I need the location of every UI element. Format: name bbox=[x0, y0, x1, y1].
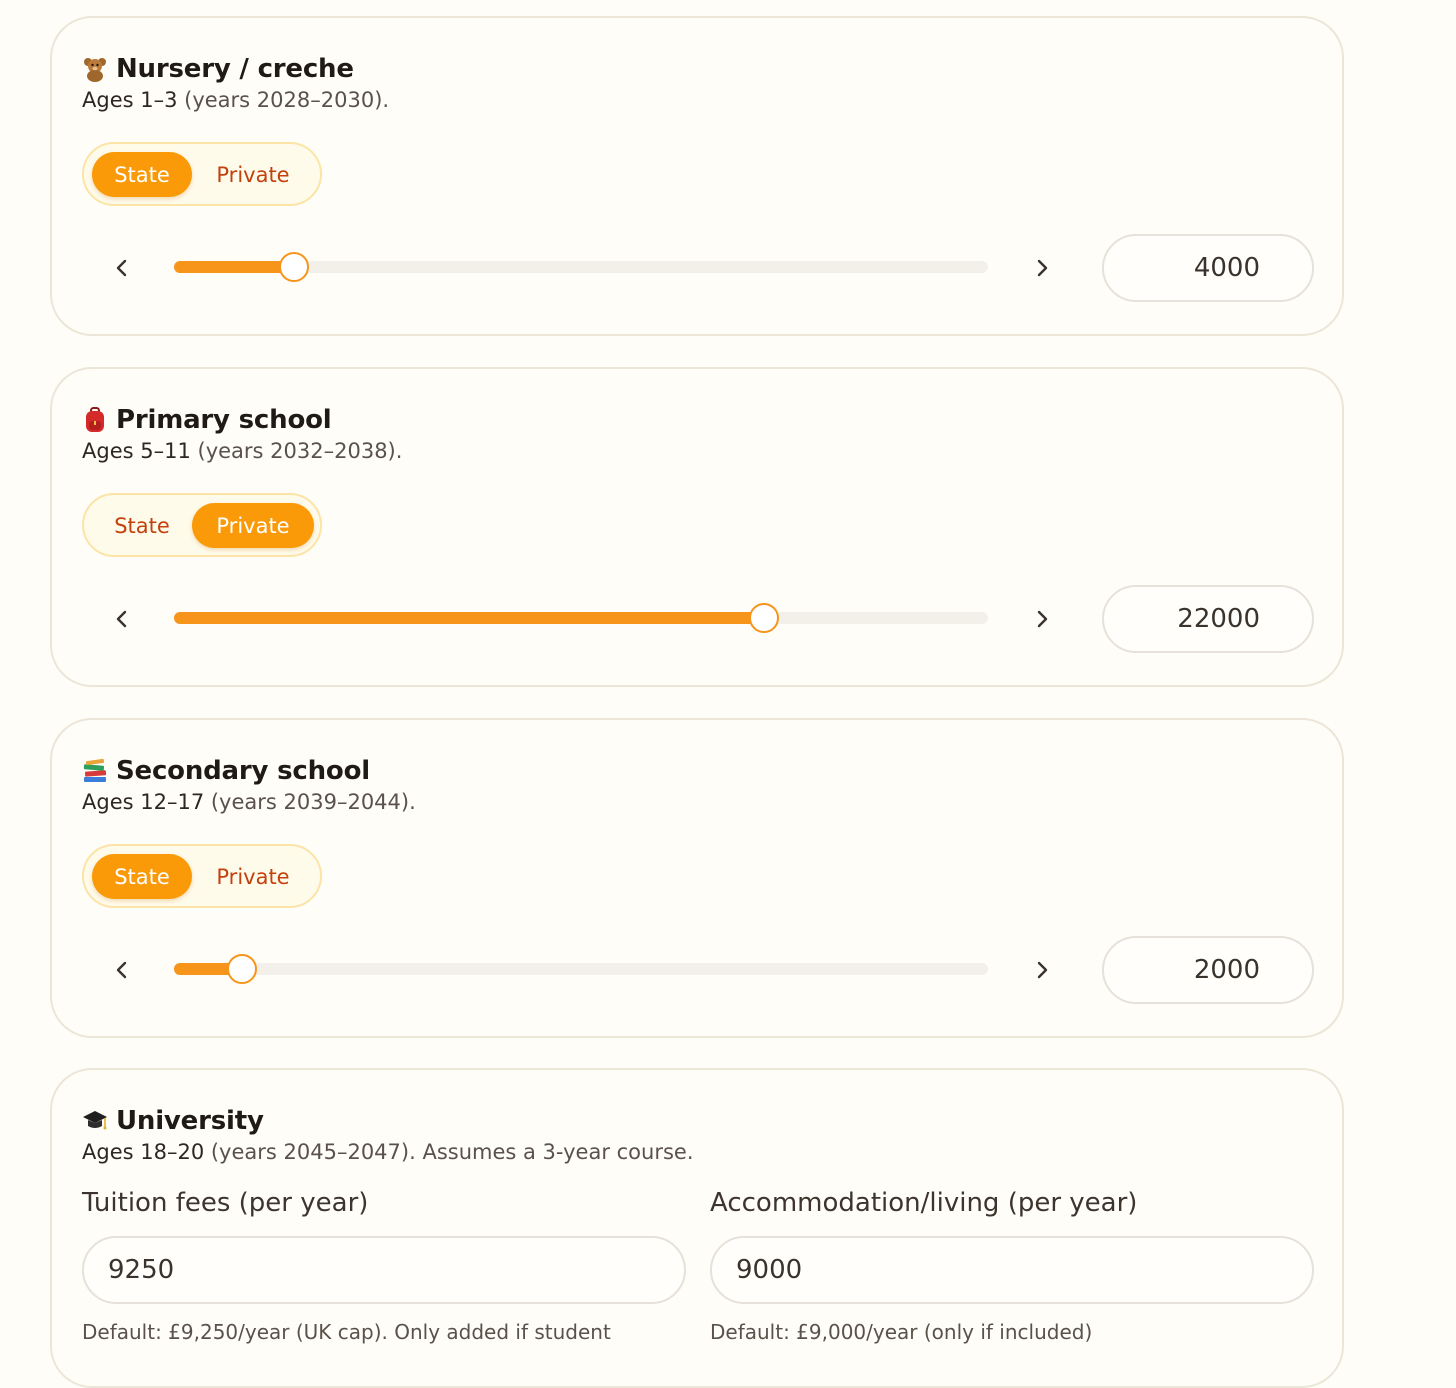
section-subtitle: Ages 12–17 (years 2039–2044). bbox=[82, 790, 416, 814]
section-title: Secondary school bbox=[116, 756, 370, 786]
state-option[interactable]: State bbox=[92, 854, 192, 899]
nursery-card: Nursery / creche Ages 1–3 (years 2028–20… bbox=[50, 16, 1344, 336]
slider-fill bbox=[174, 261, 294, 273]
private-option[interactable]: Private bbox=[192, 854, 314, 899]
section-title: University bbox=[116, 1106, 264, 1136]
section-title: Primary school bbox=[116, 405, 332, 435]
school-type-toggle: State Private bbox=[82, 142, 322, 206]
cost-input[interactable]: 22000 bbox=[1102, 585, 1314, 653]
slider-thumb[interactable] bbox=[278, 252, 309, 282]
decrease-button[interactable] bbox=[112, 258, 132, 278]
graduation-cap-icon bbox=[82, 1108, 108, 1134]
section-title: Nursery / creche bbox=[116, 54, 354, 84]
school-type-toggle: State Private bbox=[82, 493, 322, 557]
books-icon bbox=[82, 758, 108, 784]
accommodation-input[interactable]: 9000 bbox=[710, 1236, 1314, 1304]
increase-button[interactable] bbox=[1032, 609, 1052, 629]
increase-button[interactable] bbox=[1032, 258, 1052, 278]
primary-card: Primary school Ages 5–11 (years 2032–203… bbox=[50, 367, 1344, 687]
tuition-input[interactable]: 9250 bbox=[82, 1236, 686, 1304]
tuition-label: Tuition fees (per year) bbox=[82, 1188, 369, 1218]
secondary-card: Secondary school Ages 12–17 (years 2039–… bbox=[50, 718, 1344, 1038]
decrease-button[interactable] bbox=[112, 609, 132, 629]
state-option[interactable]: State bbox=[92, 503, 192, 548]
cost-slider[interactable] bbox=[174, 252, 988, 282]
decrease-button[interactable] bbox=[112, 960, 132, 980]
backpack-icon bbox=[82, 407, 108, 433]
slider-thumb[interactable] bbox=[749, 603, 780, 633]
state-option[interactable]: State bbox=[92, 152, 192, 197]
cost-slider[interactable] bbox=[174, 954, 988, 984]
cost-input[interactable]: 2000 bbox=[1102, 936, 1314, 1004]
school-type-toggle: State Private bbox=[82, 844, 322, 908]
section-subtitle: Ages 1–3 (years 2028–2030). bbox=[82, 88, 390, 112]
slider-thumb[interactable] bbox=[226, 954, 257, 984]
slider-fill bbox=[174, 612, 765, 624]
section-subtitle: Ages 5–11 (years 2032–2038). bbox=[82, 439, 403, 463]
cost-slider[interactable] bbox=[174, 603, 988, 633]
accommodation-label: Accommodation/living (per year) bbox=[710, 1188, 1138, 1218]
accommodation-help-text: Default: £9,000/year (only if included) bbox=[710, 1320, 1093, 1344]
university-card: University Ages 18–20 (years 2045–2047).… bbox=[50, 1068, 1344, 1388]
increase-button[interactable] bbox=[1032, 960, 1052, 980]
private-option[interactable]: Private bbox=[192, 503, 314, 548]
teddy-bear-icon bbox=[82, 56, 108, 82]
tuition-help-text: Default: £9,250/year (UK cap). Only adde… bbox=[82, 1320, 611, 1344]
cost-input[interactable]: 4000 bbox=[1102, 234, 1314, 302]
private-option[interactable]: Private bbox=[192, 152, 314, 197]
section-subtitle: Ages 18–20 (years 2045–2047). Assumes a … bbox=[82, 1140, 694, 1164]
